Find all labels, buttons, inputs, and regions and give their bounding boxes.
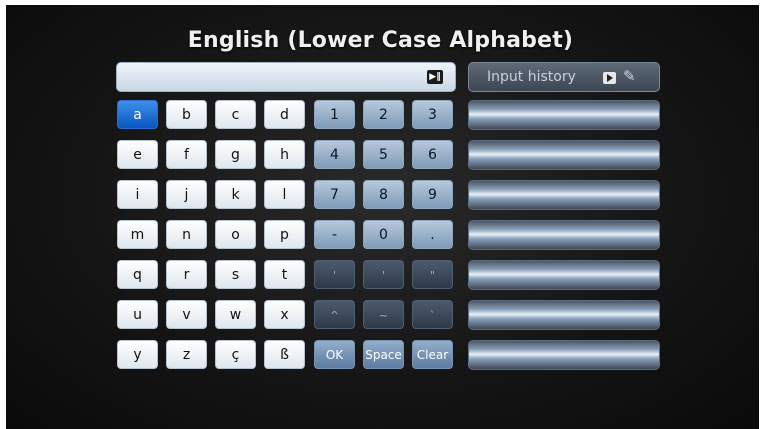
key-b[interactable]: b bbox=[166, 100, 207, 129]
ok-button[interactable]: OK bbox=[314, 340, 355, 369]
history-item[interactable] bbox=[468, 100, 660, 130]
play-pause-icon[interactable]: ▶‖ bbox=[427, 70, 443, 84]
key-tilde[interactable]: ~ bbox=[363, 300, 404, 329]
key-p[interactable]: p bbox=[264, 220, 305, 249]
key-i[interactable]: i bbox=[117, 180, 158, 209]
key-6[interactable]: 6 bbox=[412, 140, 453, 169]
history-item[interactable] bbox=[468, 300, 660, 330]
key-2[interactable]: 2 bbox=[363, 100, 404, 129]
clear-button[interactable]: Clear bbox=[412, 340, 453, 369]
key-x[interactable]: x bbox=[264, 300, 305, 329]
key-d[interactable]: d bbox=[264, 100, 305, 129]
key-4[interactable]: 4 bbox=[314, 140, 355, 169]
history-item[interactable] bbox=[468, 220, 660, 250]
key-e[interactable]: e bbox=[117, 140, 158, 169]
space-button[interactable]: Space bbox=[363, 340, 404, 369]
key-o[interactable]: o bbox=[215, 220, 256, 249]
page-title: English (Lower Case Alphabet) bbox=[187, 28, 574, 53]
key-0[interactable]: 0 bbox=[363, 220, 404, 249]
key-f[interactable]: f bbox=[166, 140, 207, 169]
key-quote[interactable]: " bbox=[412, 260, 453, 289]
key-m[interactable]: m bbox=[117, 220, 158, 249]
input-history-label: Input history bbox=[487, 69, 576, 85]
key-period[interactable]: . bbox=[412, 220, 453, 249]
key-j[interactable]: j bbox=[166, 180, 207, 209]
key-l[interactable]: l bbox=[264, 180, 305, 209]
key-r[interactable]: r bbox=[166, 260, 207, 289]
key-z[interactable]: z bbox=[166, 340, 207, 369]
history-item[interactable] bbox=[468, 260, 660, 290]
key-q[interactable]: q bbox=[117, 260, 158, 289]
key-s[interactable]: s bbox=[215, 260, 256, 289]
play-icon bbox=[603, 72, 616, 84]
key-h[interactable]: h bbox=[264, 140, 305, 169]
history-item[interactable] bbox=[468, 180, 660, 210]
key-7[interactable]: 7 bbox=[314, 180, 355, 209]
key-w[interactable]: w bbox=[215, 300, 256, 329]
history-item[interactable] bbox=[468, 140, 660, 170]
key-a[interactable]: a bbox=[117, 100, 158, 129]
key-g[interactable]: g bbox=[215, 140, 256, 169]
key-u[interactable]: u bbox=[117, 300, 158, 329]
key-eszett[interactable]: ß bbox=[264, 340, 305, 369]
key-y[interactable]: y bbox=[117, 340, 158, 369]
key-caret[interactable]: ^ bbox=[314, 300, 355, 329]
key-n[interactable]: n bbox=[166, 220, 207, 249]
key-5[interactable]: 5 bbox=[363, 140, 404, 169]
key-9[interactable]: 9 bbox=[412, 180, 453, 209]
key-8[interactable]: 8 bbox=[363, 180, 404, 209]
key-c[interactable]: c bbox=[215, 100, 256, 129]
input-history-header[interactable]: Input history ✎ bbox=[468, 62, 660, 92]
key-1[interactable]: 1 bbox=[314, 100, 355, 129]
key-backtick[interactable]: ` bbox=[412, 300, 453, 329]
key-3[interactable]: 3 bbox=[412, 100, 453, 129]
key-apostrophe-alt[interactable]: ' bbox=[363, 260, 404, 289]
key-apostrophe[interactable]: ' bbox=[314, 260, 355, 289]
brush-icon: ✎ bbox=[623, 67, 636, 85]
key-hyphen[interactable]: - bbox=[314, 220, 355, 249]
history-item[interactable] bbox=[468, 340, 660, 370]
key-k[interactable]: k bbox=[215, 180, 256, 209]
text-input-field[interactable]: ▶‖ bbox=[116, 62, 456, 92]
key-t[interactable]: t bbox=[264, 260, 305, 289]
key-v[interactable]: v bbox=[166, 300, 207, 329]
key-c-cedilla[interactable]: ç bbox=[215, 340, 256, 369]
